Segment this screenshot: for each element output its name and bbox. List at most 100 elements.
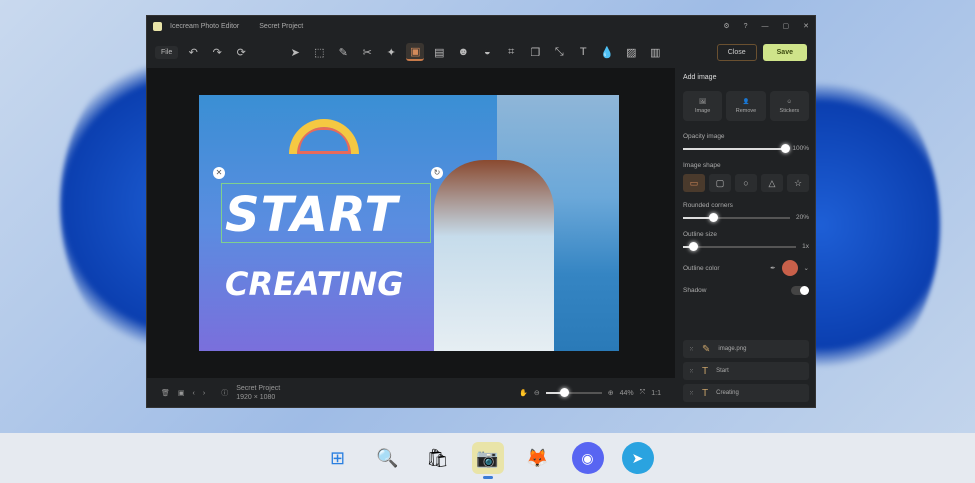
delete-handle-icon[interactable]: ✕ [213,167,225,179]
minimize-button[interactable]: — [762,23,769,30]
outline-color-swatch[interactable] [781,260,798,276]
remove-button[interactable]: 👤 Remove [726,91,766,121]
shape-triangle-icon[interactable]: △ [761,174,783,192]
text-layer-icon: T [702,365,709,377]
close-window-button[interactable]: ✕ [803,22,809,30]
layer-name: Creating [716,390,739,396]
shape-rectangle-icon[interactable]: ▭ [683,174,705,192]
outline-size-slider[interactable] [683,241,797,251]
close-button[interactable]: Close [716,43,757,61]
text-start[interactable]: START [225,187,398,243]
help-icon[interactable]: ? [744,23,748,30]
brush-icon[interactable]: ✎ [334,43,352,61]
add-image-panel: Add image 🖼 Image 👤 Remove ☺ Stickers Opaci… [675,68,817,408]
shadow-toggle[interactable] [791,286,809,295]
zoom-in-icon[interactable]: ⊕ [608,389,614,397]
label: Remove [735,107,757,114]
shape-rounded-icon[interactable]: ▢ [709,174,731,192]
project-name: Secret Project [259,22,304,30]
magic-icon[interactable]: ✦ [382,43,400,61]
label: Image [695,107,711,114]
store-icon[interactable]: 🛍 [422,442,454,474]
filter-icon[interactable]: ◒ [478,43,496,61]
save-button[interactable]: Save [762,43,807,61]
drop-icon[interactable]: 💧 [598,43,616,61]
layer-name: Start [716,368,729,374]
browser-icon[interactable]: 🦊 [522,442,554,474]
label: Stickers [779,107,800,114]
search-icon[interactable]: 🔍 [372,442,404,474]
hand-icon[interactable]: ✋ [519,389,528,397]
undo-icon[interactable]: ↶ [184,43,202,61]
select-icon[interactable]: ⬚ [310,43,328,61]
layers-list: ⁙ ✎ image.png ⁙ T Start ⁙ T Creating [683,340,809,406]
panel-title: Add image [683,74,717,81]
collage-icon[interactable]: ▥ [646,43,664,61]
settings-icon[interactable]: ⚙ [723,22,729,30]
next-icon[interactable]: › [203,390,205,397]
toolbar: File ↶ ↷ ⟳ ➤ ⬚ ✎ ✂ ✦ ▣ ▤ ☻ ◒ ⌗ ❐ ⤡ T 💧 ▨… [147,36,815,68]
cut-icon[interactable]: ✂ [358,43,376,61]
zoom-out-icon[interactable]: ⊖ [534,389,540,397]
pointer-icon[interactable]: ➤ [286,43,304,61]
actual-size-button[interactable]: 1:1 [651,390,661,397]
layer-name: image.png [718,346,747,352]
layer-item[interactable]: ⁙ ✎ image.png [683,340,809,358]
telegram-icon[interactable]: ➤ [621,442,654,474]
add-image-button[interactable]: 🖼 Image [683,91,723,121]
rainbow-sticker[interactable] [289,119,359,154]
app-name: Icecream Photo Editor [170,22,240,30]
prev-icon[interactable]: ‹ [193,390,195,397]
shape-label: Image shape [683,162,721,169]
sticker-icon: ☺ [786,98,793,105]
face-icon[interactable]: ☻ [454,43,472,61]
outline-size-value: 1x [802,243,809,250]
photo-editor-taskbar-icon[interactable]: 📷 [471,442,504,479]
trash-icon[interactable]: 🗑 [161,389,170,397]
text-icon[interactable]: T [574,43,592,61]
fit-icon[interactable]: ⤧ [640,389,646,397]
zoom-value: 44% [619,389,634,397]
bottom-bar: 🗑 ▣ ‹ › ⓘ Secret Project 1920 × 1080 ✋ ⊖… [147,378,675,408]
drag-icon[interactable]: ⁙ [689,346,694,353]
zoom-slider[interactable] [545,388,602,397]
shape-circle-icon[interactable]: ○ [735,174,757,192]
rotate-handle-icon[interactable]: ↻ [431,167,443,179]
rounded-value: 20% [795,214,809,221]
eyedropper-icon[interactable]: ✒ [770,264,775,272]
frame-icon[interactable]: ▤ [430,43,448,61]
rounded-slider[interactable] [683,212,790,222]
text-creating[interactable]: CREATING [225,265,403,303]
add-image-icon[interactable]: ▣ [406,43,425,61]
layer-item[interactable]: ⁙ T Start [683,362,809,380]
title-bar: Icecream Photo Editor Secret Project ⚙ ?… [147,16,815,36]
stickers-button[interactable]: ☺ Stickers [769,91,809,121]
maximize-button[interactable]: ▢ [783,22,790,30]
file-menu[interactable]: File [155,45,179,59]
image-size: 1920 × 1080 [236,394,276,401]
opacity-slider[interactable] [683,143,791,153]
person-photo [434,160,554,351]
resize-icon[interactable]: ⤡ [550,43,568,61]
start-button[interactable]: ⊞ [322,442,354,474]
chevron-down-icon[interactable]: ⌄ [804,264,809,272]
editor-window: Icecream Photo Editor Secret Project ⚙ ?… [146,15,816,408]
reset-icon[interactable]: ⟳ [232,43,250,61]
redo-icon[interactable]: ↷ [208,43,226,61]
drag-icon[interactable]: ⁙ [689,368,694,375]
taskbar: ⊞ 🔍 🛍 📷 🦊 ◉ ➤ [0,433,975,483]
remove-bg-icon: 👤 [742,98,750,105]
picture-icon[interactable]: ▨ [622,43,640,61]
gallery-icon[interactable]: ▣ [178,389,185,397]
layers-icon[interactable]: ❐ [526,43,544,61]
shape-star-icon[interactable]: ☆ [787,174,809,192]
crop-icon[interactable]: ⌗ [502,43,520,61]
discord-icon[interactable]: ◉ [571,442,604,474]
canvas-area: ✕ ↻ START CREATING [147,68,675,378]
image-layer-icon: ✎ [702,343,711,355]
project-title: Secret Project [236,385,281,392]
canvas-image[interactable]: ✕ ↻ START CREATING [199,95,619,351]
drag-icon[interactable]: ⁙ [689,390,694,397]
layer-item[interactable]: ⁙ T Creating [683,384,809,402]
opacity-label: Opacity image [683,133,725,140]
